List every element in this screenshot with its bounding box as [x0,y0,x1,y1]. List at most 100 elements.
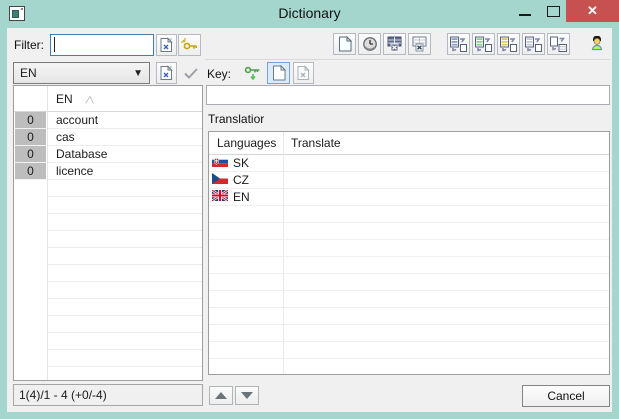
minimize-button[interactable] [512,0,538,22]
page-to-table-icon [550,36,567,52]
translate-cell[interactable] [284,172,609,189]
term-row[interactable]: 0account [14,112,202,129]
translation-empty-cell [209,325,609,342]
term-cell[interactable]: cas [48,129,202,146]
language-code: CZ [233,172,249,188]
arrow-up-icon [215,392,227,399]
new-key-icon [181,38,198,52]
history-button[interactable] [358,33,381,55]
titlebar[interactable]: Dictionary ✕ [0,0,619,28]
term-empty-cell [48,180,202,197]
cancel-button[interactable]: Cancel [522,385,610,407]
term-empty-row [14,316,202,333]
term-grid[interactable]: EN 0account0cas0Database0licence [13,85,203,381]
key-generate-button[interactable] [241,62,264,84]
user-button[interactable] [585,33,608,55]
translation-row[interactable]: CZ [209,172,609,189]
arrow-down-icon [241,392,253,399]
term-empty-cell [48,282,202,299]
term-empty-row [14,367,202,381]
language-cell[interactable]: EN [209,189,283,206]
language-cell[interactable]: CZ [209,172,283,189]
clear-language-button[interactable] [156,62,177,84]
translation-empty-row [209,223,609,240]
apply-filter-button[interactable] [179,62,202,84]
new-key-button[interactable] [178,34,201,56]
term-grid-header[interactable]: EN [14,86,202,112]
export-table-button[interactable] [447,33,470,55]
export-table-gray-button[interactable] [522,33,545,55]
translation-empty-cell [209,240,609,257]
translation-empty-row [209,325,609,342]
translation-grid-header[interactable]: Languages Translate [209,132,609,155]
language-dropdown[interactable]: EN ▼ [13,62,150,84]
key-clear-button[interactable] [293,62,314,84]
term-empty-row [14,248,202,265]
import-page-button[interactable] [547,33,570,55]
maximize-button[interactable] [540,0,566,22]
translation-row[interactable]: EN [209,189,609,206]
term-cell[interactable]: account [48,112,202,129]
language-cell[interactable]: SK [209,155,283,172]
term-empty-cell [48,299,202,316]
close-button[interactable]: ✕ [566,0,619,22]
term-count-cell: 0 [15,112,46,129]
translation-empty-row [209,342,609,359]
chevron-down-icon: ▼ [133,68,143,79]
term-empty-row [14,282,202,299]
delete-all-rows-button[interactable] [383,33,406,55]
translate-column-header[interactable]: Translate [291,136,341,150]
term-row[interactable]: 0licence [14,163,202,180]
translation-empty-cell [209,359,609,375]
term-empty-cell [48,214,202,231]
filter-input[interactable] [50,34,154,56]
key-label: Key: [207,67,231,81]
close-icon: ✕ [587,3,598,19]
translation-empty-cell [209,274,609,291]
en-flag-icon [212,189,228,205]
translation-label: Translatior [208,112,264,126]
term-empty-cell [48,316,202,333]
translation-empty-cell [209,291,609,308]
translation-empty-row [209,308,609,325]
export-table-green-button[interactable] [472,33,495,55]
new-entry-button[interactable] [333,33,356,55]
key-down-icon [244,66,262,81]
term-column-header[interactable]: EN [56,92,73,106]
user-icon [589,36,605,53]
term-cell[interactable]: Database [48,146,202,163]
clear-page-icon [159,65,174,81]
term-empty-cell [48,231,202,248]
clear-filter-button[interactable] [156,34,177,56]
translation-empty-cell [209,206,609,223]
term-count-cell: 0 [15,146,46,163]
term-empty-cell [48,265,202,282]
move-down-button[interactable] [235,386,259,405]
term-row[interactable]: 0Database [14,146,202,163]
translation-row[interactable]: SK [209,155,609,172]
minimize-icon [519,14,531,16]
translation-empty-cell [209,308,609,325]
term-empty-cell [48,350,202,367]
term-empty-row [14,299,202,316]
move-up-button[interactable] [209,386,233,405]
term-cell[interactable]: licence [48,163,202,180]
translate-cell[interactable] [284,189,609,206]
translate-cell[interactable] [284,155,609,172]
key-new-button[interactable] [267,62,290,84]
key-input[interactable] [206,85,610,105]
delete-row-button[interactable] [408,33,431,55]
term-empty-row [14,265,202,282]
translation-grid[interactable]: Languages Translate SKCZEN [208,131,610,375]
table-export-blue-icon [450,36,467,52]
table-delete-light-icon [412,36,427,52]
term-row[interactable]: 0cas [14,129,202,146]
language-dropdown-value: EN [20,66,133,80]
cz-flag-icon [212,172,228,188]
language-code: EN [233,189,250,205]
filter-label: Filter: [14,38,44,52]
export-table-yellow-button[interactable] [497,33,520,55]
table-delete-dark-icon [387,36,402,52]
languages-column-header[interactable]: Languages [217,136,276,150]
table-export-yellow-icon [500,36,517,52]
